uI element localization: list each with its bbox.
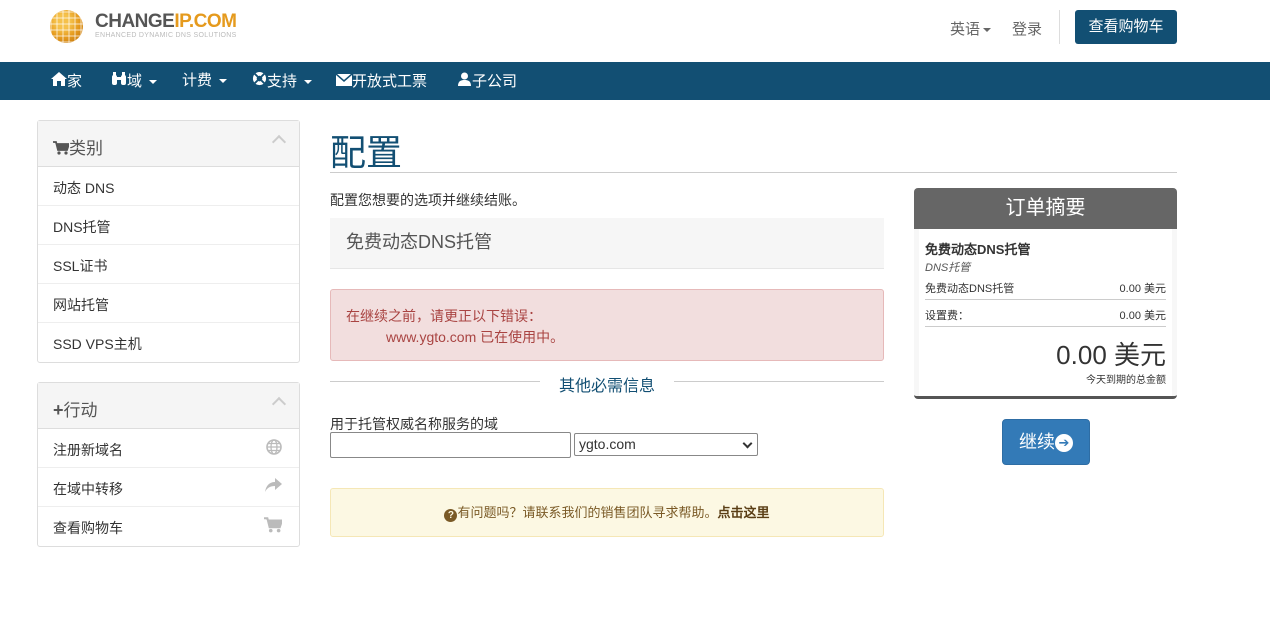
categories-panel: 类别 动态 DNS DNS托管 SSL证书 网站托管 SSD VPS主机 [37, 120, 300, 363]
intro-text: 配置您想要的选项并继续结账。 [330, 192, 526, 208]
login-link[interactable]: 登录 [1012, 18, 1042, 39]
heading-rule-right [674, 381, 884, 382]
action-register-domain[interactable]: 注册新域名 [38, 429, 299, 468]
language-dropdown[interactable]: 英语 [950, 18, 991, 39]
nav-support[interactable]: 支持 [251, 62, 312, 100]
nav-support-label: 支持 [267, 73, 298, 90]
title-divider [330, 172, 1177, 173]
logo-text: CHANGEIP.COM [95, 11, 237, 32]
action-view-cart[interactable]: 查看购物车 [38, 507, 299, 546]
chevron-down-icon [742, 438, 753, 449]
domain-field-label: 用于托管权威名称服务的域 [330, 416, 498, 432]
domain-input[interactable] [330, 432, 571, 458]
categories-header[interactable]: 类别 [38, 121, 299, 167]
error-alert: 在继续之前，请更正以下错误： www.ygto.com 已在使用中。 [330, 289, 884, 361]
page-title: 配置 [330, 132, 403, 173]
chevron-up-icon[interactable] [271, 134, 287, 150]
order-summary: 订单摘要 免费动态DNS托管 DNS托管 免费动态DNS托管 0.00 美元 设… [914, 188, 1177, 399]
summary-setup-row: 设置费： 0.00 美元 [925, 307, 1166, 323]
actions-title: 行动 [63, 401, 98, 420]
continue-button[interactable]: 继续 ➔ [1002, 419, 1090, 465]
category-item-web-hosting[interactable]: 网站托管 [38, 284, 299, 323]
plus-icon: + [53, 400, 64, 420]
product-name: 免费动态DNS托管 [346, 232, 493, 252]
chevron-up-icon[interactable] [271, 396, 287, 412]
main-nav: 家 域 计费 支持 开放式工票 子公司 [0, 62, 1270, 100]
binoculars-icon [111, 62, 127, 100]
cart-icon [53, 139, 71, 158]
site-header: CHANGEIP.COM ENHANCED DYNAMIC DNS SOLUTI… [0, 0, 1270, 62]
section-heading-text: 其他必需信息 [558, 378, 655, 395]
category-item-dynamic-dns[interactable]: 动态 DNS [38, 167, 299, 206]
share-icon [265, 478, 282, 497]
help-text: 有问题吗？请联系我们的销售团队寻求帮助。 [457, 505, 718, 520]
nav-affiliates-label: 子公司 [472, 73, 518, 90]
product-box: 免费动态DNS托管 [330, 218, 884, 269]
header-divider [1059, 10, 1060, 44]
summary-line-item: 免费动态DNS托管 0.00 美元 [925, 280, 1166, 296]
lifebuoy-icon [251, 62, 267, 100]
categories-title: 类别 [69, 139, 103, 158]
view-cart-button[interactable]: 查看购物车 [1075, 10, 1177, 44]
nav-domains-label: 域 [127, 73, 143, 90]
action-transfer-domain[interactable]: 在域中转移 [38, 468, 299, 507]
actions-panel: +行动 注册新域名 在域中转移 查看购物车 [37, 382, 300, 547]
error-detail: www.ygto.com 已在使用中。 [386, 329, 565, 345]
user-icon [456, 62, 472, 100]
logo[interactable]: CHANGEIP.COM ENHANCED DYNAMIC DNS SOLUTI… [50, 10, 250, 44]
nav-home-label: 家 [67, 73, 83, 90]
category-item-ssl[interactable]: SSL证书 [38, 245, 299, 284]
error-title: 在继续之前，请更正以下错误： [346, 308, 542, 324]
order-summary-title: 订单摘要 [914, 188, 1177, 229]
logo-tagline: ENHANCED DYNAMIC DNS SOLUTIONS [95, 32, 237, 39]
summary-group: DNS托管 [925, 262, 971, 274]
question-icon: ? [444, 509, 458, 522]
nav-billing[interactable]: 计费 [182, 62, 227, 100]
summary-total: 0.00 美元 [1056, 340, 1166, 370]
nav-open-ticket[interactable]: 开放式工票 [335, 62, 428, 100]
globe-icon [266, 439, 282, 460]
actions-header[interactable]: +行动 [38, 383, 299, 429]
logo-globe-icon [50, 10, 83, 43]
order-summary-body: 免费动态DNS托管 DNS托管 免费动态DNS托管 0.00 美元 设置费： 0… [919, 229, 1172, 396]
summary-product: 免费动态DNS托管 [925, 242, 1031, 257]
summary-line-price: 0.00 美元 [1119, 283, 1166, 295]
section-heading: 其他必需信息 [330, 372, 884, 395]
domain-select[interactable]: ygto.com [574, 433, 758, 456]
nav-home[interactable]: 家 [51, 62, 82, 100]
cart-icon [264, 517, 284, 538]
nav-open-ticket-label: 开放式工票 [352, 73, 428, 90]
help-link[interactable]: 点击这里 [718, 505, 770, 520]
home-icon [51, 62, 67, 100]
help-alert: ? 有问题吗？请联系我们的销售团队寻求帮助。点击这里 [330, 488, 884, 537]
summary-divider [925, 299, 1166, 300]
summary-setup-price: 0.00 美元 [1119, 310, 1166, 322]
summary-line-label: 免费动态DNS托管 [925, 283, 1015, 295]
domain-select-value: ygto.com [579, 436, 636, 452]
continue-label: 继续 [1019, 432, 1055, 452]
arrow-right-circle-icon: ➔ [1055, 434, 1073, 452]
category-item-dns-hosting[interactable]: DNS托管 [38, 206, 299, 245]
nav-domains[interactable]: 域 [111, 62, 157, 100]
nav-affiliates[interactable]: 子公司 [456, 62, 517, 100]
summary-total-label: 今天到期的总金额 [1086, 375, 1166, 386]
category-item-vps[interactable]: SSD VPS主机 [38, 323, 299, 362]
summary-setup-label: 设置费： [925, 310, 969, 322]
summary-divider [925, 326, 1166, 327]
envelope-icon [335, 62, 353, 100]
nav-billing-label: 计费 [182, 72, 213, 89]
